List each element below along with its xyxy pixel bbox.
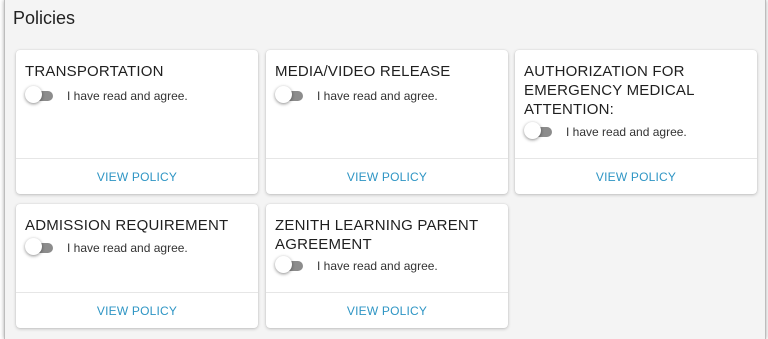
agree-toggle[interactable]: [275, 256, 305, 273]
view-policy-link[interactable]: VIEW POLICY: [347, 304, 427, 318]
card-footer: VIEW POLICY: [515, 158, 757, 194]
card-footer: VIEW POLICY: [266, 292, 508, 328]
agree-toggle[interactable]: [25, 86, 55, 103]
policy-card-media-video-release: MEDIA/VIDEO RELEASE I have read and agre…: [266, 50, 508, 194]
agree-toggle-row: I have read and agree.: [25, 238, 188, 255]
view-policy-link[interactable]: VIEW POLICY: [596, 170, 676, 184]
policies-panel: Policies TRANSPORTATION I have read and …: [4, 0, 766, 339]
agree-toggle-row: I have read and agree.: [524, 122, 687, 139]
policy-card-parent-agreement: ZENITH LEARNING PARENT AGREEMENT I have …: [266, 204, 508, 328]
policy-title: ADMISSION REQUIREMENT: [25, 217, 229, 234]
agree-toggle-label: I have read and agree.: [67, 89, 188, 103]
agree-toggle-row: I have read and agree.: [275, 256, 438, 273]
agree-toggle-label: I have read and agree.: [317, 259, 438, 273]
agree-toggle[interactable]: [25, 238, 55, 255]
agree-toggle-row: I have read and agree.: [275, 86, 438, 103]
agree-toggle-row: I have read and agree.: [25, 86, 188, 103]
card-footer: VIEW POLICY: [16, 158, 258, 194]
view-policy-link[interactable]: VIEW POLICY: [97, 170, 177, 184]
policy-card-admission-requirement: ADMISSION REQUIREMENT I have read and ag…: [16, 204, 258, 328]
agree-toggle-label: I have read and agree.: [317, 89, 438, 103]
policy-title: TRANSPORTATION: [25, 63, 164, 80]
card-footer: VIEW POLICY: [16, 292, 258, 328]
policy-card-emergency-medical: AUTHORIZATION FOR EMERGENCY MEDICAL ATTE…: [515, 50, 757, 194]
page-title: Policies: [13, 8, 76, 28]
agree-toggle[interactable]: [524, 122, 554, 139]
view-policy-link[interactable]: VIEW POLICY: [347, 170, 427, 184]
policy-title: ZENITH LEARNING PARENT AGREEMENT: [275, 217, 479, 253]
agree-toggle-label: I have read and agree.: [67, 241, 188, 255]
agree-toggle[interactable]: [275, 86, 305, 103]
policy-title: MEDIA/VIDEO RELEASE: [275, 63, 451, 80]
card-footer: VIEW POLICY: [266, 158, 508, 194]
agree-toggle-label: I have read and agree.: [566, 125, 687, 139]
policy-title: AUTHORIZATION FOR EMERGENCY MEDICAL ATTE…: [524, 63, 695, 118]
view-policy-link[interactable]: VIEW POLICY: [97, 304, 177, 318]
policy-card-transportation: TRANSPORTATION I have read and agree. VI…: [16, 50, 258, 194]
